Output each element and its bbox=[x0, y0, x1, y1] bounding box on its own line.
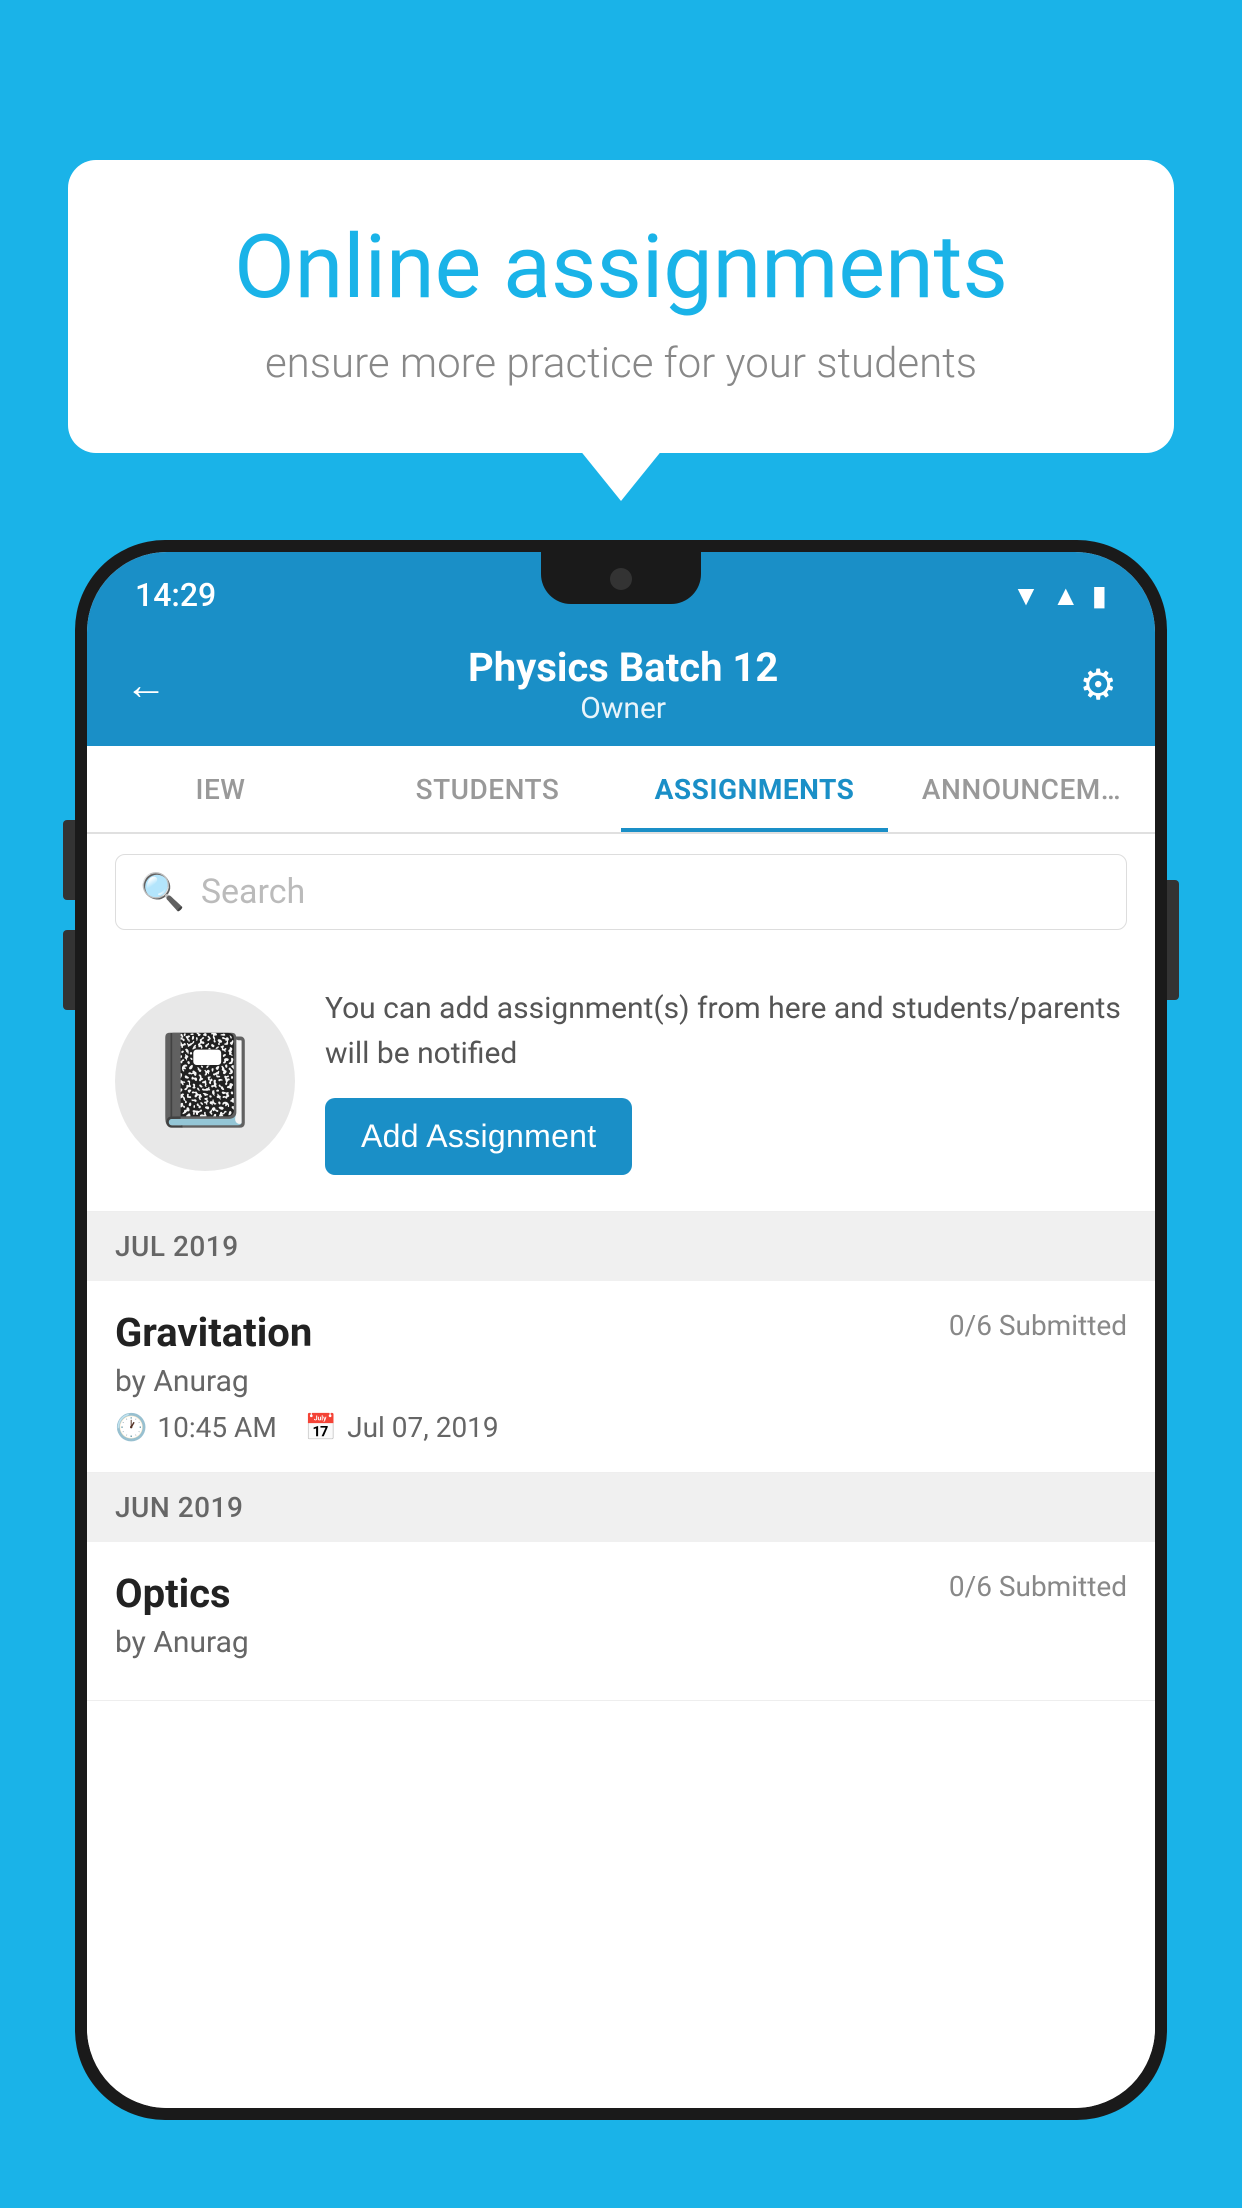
status-icons: ▼ ▲ ▮ bbox=[1012, 579, 1107, 612]
notebook-icon: 📓 bbox=[149, 1028, 261, 1133]
phone-container: 14:29 ▼ ▲ ▮ ← Physics Batch 12 Owner ⚙ bbox=[75, 540, 1167, 2208]
content-area: 🔍 Search 📓 You can add assignment(s) fro… bbox=[87, 834, 1155, 2108]
back-button[interactable]: ← bbox=[125, 661, 167, 710]
settings-icon[interactable]: ⚙ bbox=[1079, 660, 1117, 710]
bubble-title: Online assignments bbox=[138, 220, 1104, 317]
assignment-meta: 🕐 10:45 AM 📅 Jul 07, 2019 bbox=[115, 1411, 1127, 1444]
power-button bbox=[1167, 880, 1179, 1000]
assignment-date: 📅 Jul 07, 2019 bbox=[305, 1411, 499, 1444]
app-header: ← Physics Batch 12 Owner ⚙ bbox=[87, 624, 1155, 746]
tab-assignments[interactable]: ASSIGNMENTS bbox=[621, 746, 888, 832]
front-camera bbox=[610, 568, 632, 590]
assignment-submitted-optics: 0/6 Submitted bbox=[949, 1570, 1127, 1603]
promo-description: You can add assignment(s) from here and … bbox=[325, 986, 1127, 1076]
volume-up-button bbox=[63, 820, 75, 900]
promo-section: 📓 You can add assignment(s) from here an… bbox=[87, 950, 1155, 1212]
volume-down-button bbox=[63, 930, 75, 1010]
add-assignment-button[interactable]: Add Assignment bbox=[325, 1098, 632, 1175]
assignment-top-row-optics: Optics 0/6 Submitted bbox=[115, 1570, 1127, 1617]
assignment-by-optics: by Anurag bbox=[115, 1625, 1127, 1660]
search-placeholder: Search bbox=[201, 872, 305, 912]
wifi-icon: ▼ bbox=[1012, 579, 1040, 612]
tab-iew[interactable]: IEW bbox=[87, 746, 354, 832]
promo-icon-circle: 📓 bbox=[115, 991, 295, 1171]
search-icon: 🔍 bbox=[140, 871, 185, 913]
battery-icon: ▮ bbox=[1092, 579, 1107, 612]
calendar-icon: 📅 bbox=[305, 1413, 337, 1443]
status-time: 14:29 bbox=[135, 576, 216, 614]
speech-bubble-container: Online assignments ensure more practice … bbox=[68, 160, 1174, 453]
speech-bubble: Online assignments ensure more practice … bbox=[68, 160, 1174, 453]
phone-screen: 14:29 ▼ ▲ ▮ ← Physics Batch 12 Owner ⚙ bbox=[87, 552, 1155, 2108]
assignment-submitted: 0/6 Submitted bbox=[949, 1309, 1127, 1342]
assignment-by: by Anurag bbox=[115, 1364, 1127, 1399]
search-box[interactable]: 🔍 Search bbox=[115, 854, 1127, 930]
section-header-jul: JUL 2019 bbox=[87, 1212, 1155, 1281]
signal-icon: ▲ bbox=[1052, 579, 1080, 612]
phone-frame: 14:29 ▼ ▲ ▮ ← Physics Batch 12 Owner ⚙ bbox=[75, 540, 1167, 2120]
assignment-item-gravitation[interactable]: Gravitation 0/6 Submitted by Anurag 🕐 10… bbox=[87, 1281, 1155, 1473]
tab-students[interactable]: STUDENTS bbox=[354, 746, 621, 832]
header-subtitle: Owner bbox=[468, 691, 778, 726]
assignment-top-row: Gravitation 0/6 Submitted bbox=[115, 1309, 1127, 1356]
assignment-time-value: 10:45 AM bbox=[157, 1411, 276, 1444]
promo-text-side: You can add assignment(s) from here and … bbox=[325, 986, 1127, 1175]
header-title-group: Physics Batch 12 Owner bbox=[468, 644, 778, 726]
section-header-jun: JUN 2019 bbox=[87, 1473, 1155, 1542]
phone-notch bbox=[541, 552, 701, 604]
assignment-title-optics: Optics bbox=[115, 1570, 231, 1617]
bubble-subtitle: ensure more practice for your students bbox=[138, 339, 1104, 388]
assignment-date-value: Jul 07, 2019 bbox=[347, 1411, 499, 1444]
tabs-bar: IEW STUDENTS ASSIGNMENTS ANNOUNCEM… bbox=[87, 746, 1155, 834]
header-title: Physics Batch 12 bbox=[468, 644, 778, 691]
clock-icon: 🕐 bbox=[115, 1413, 147, 1443]
assignment-title: Gravitation bbox=[115, 1309, 312, 1356]
tab-announcements[interactable]: ANNOUNCEM… bbox=[888, 746, 1155, 832]
assignment-item-optics[interactable]: Optics 0/6 Submitted by Anurag bbox=[87, 1542, 1155, 1701]
search-container: 🔍 Search bbox=[87, 834, 1155, 950]
assignment-time: 🕐 10:45 AM bbox=[115, 1411, 277, 1444]
